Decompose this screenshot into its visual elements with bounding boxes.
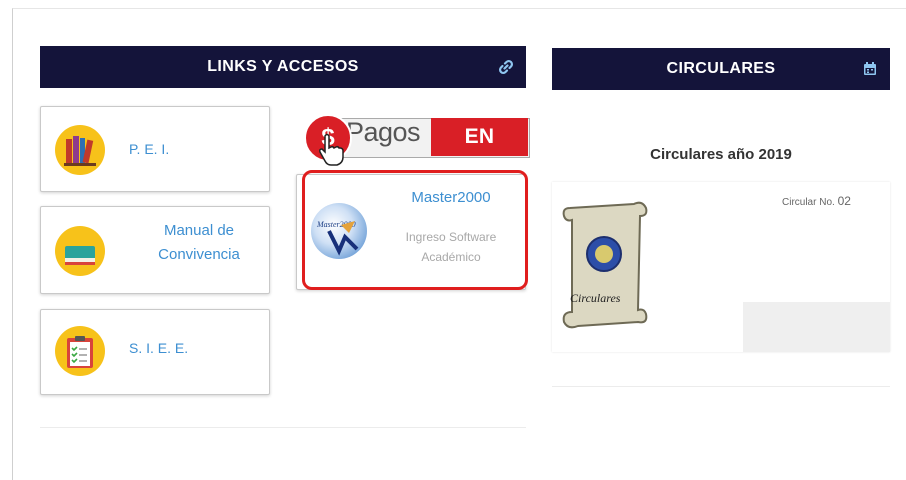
scroll-image: Circulares [562,201,648,329]
pei-label: P. E. I. [129,141,170,157]
scroll-caption: Circulares [570,291,621,305]
siee-label: S. I. E. E. [129,340,189,356]
links-header: LINKS Y ACCESOS [40,46,526,88]
circular-footer-panel [743,302,890,352]
circular-item[interactable]: Circulares Circular No. 02 [552,182,890,352]
pagos-en-linea-button[interactable]: Pagos EN LÍNEA $ [304,112,530,186]
circulares-header-title: CIRCULARES [666,60,776,77]
pagos-text: Pagos [346,117,421,147]
manual-label: Manual de Convivencia [158,222,240,263]
highlight-box [302,170,528,290]
pei-card[interactable]: P. E. I. [40,106,270,192]
links-header-title: LINKS Y ACCESOS [207,58,359,75]
clipboard-icon [55,326,105,376]
circulares-divider [552,386,890,387]
en-linea-text: EN LÍNEA [431,118,528,186]
circular-label: Circular No. [782,197,835,208]
book-icon [55,226,105,276]
circular-num-value: 02 [837,194,851,208]
calendar-icon [864,62,876,75]
pointer-hand-icon [319,133,344,166]
books-icon [55,125,105,175]
circulares-title: Circulares año 2019 [650,146,792,163]
circular-number: Circular No. 02 [782,194,851,208]
circulares-header: CIRCULARES [552,48,890,90]
siee-card[interactable]: S. I. E. E. [40,309,270,395]
manual-card[interactable]: Manual de Convivencia [40,206,270,294]
link-icon [498,59,514,75]
links-divider [40,427,526,428]
